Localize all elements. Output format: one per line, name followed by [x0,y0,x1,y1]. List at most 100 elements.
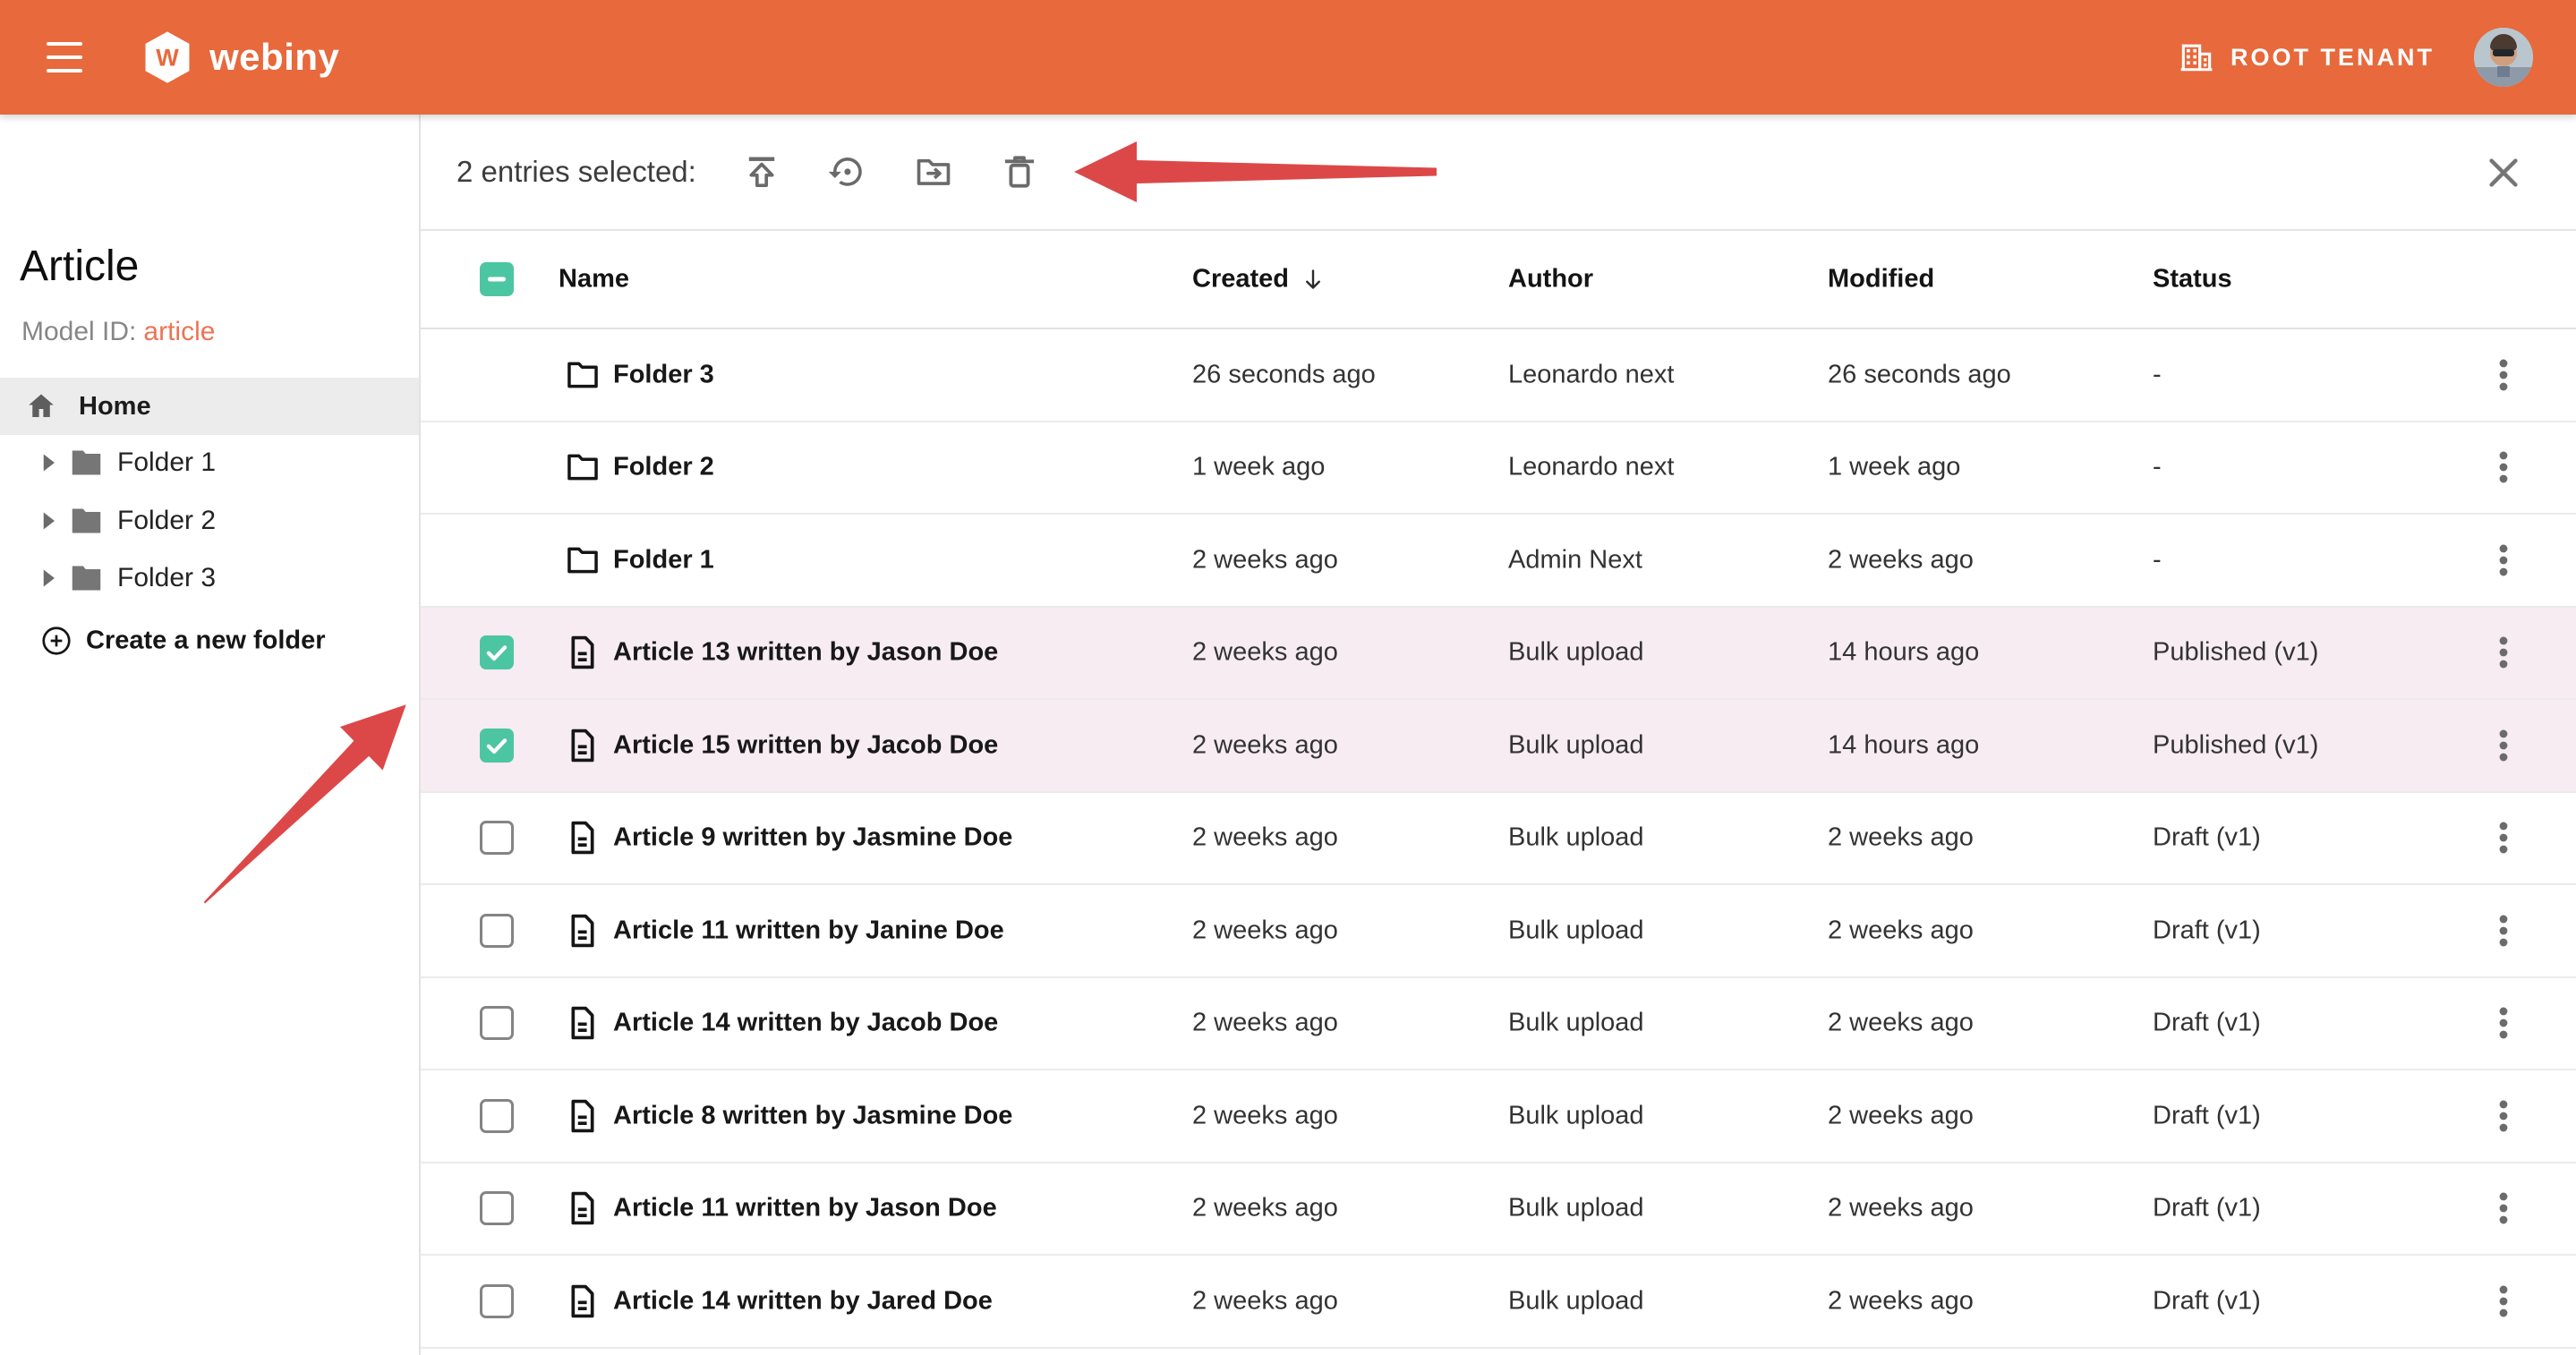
user-avatar[interactable] [2474,28,2533,87]
tenant-selector[interactable]: ROOT TENANT [2177,38,2435,77]
create-folder-label: Create a new folder [86,626,326,656]
document-icon [564,727,601,764]
caret-right-icon[interactable] [43,455,56,472]
row-checkbox[interactable] [480,1284,514,1318]
move-to-folder-icon [913,151,954,192]
webiny-logo[interactable]: W webiny [143,30,339,85]
row-name[interactable]: Article 11 written by Janine Doe [613,916,1004,945]
caret-right-icon[interactable] [43,570,56,587]
row-checkbox[interactable] [480,1006,514,1040]
bulk-actions-toolbar: 2 entries selected: [421,115,2576,231]
close-selection-button[interactable] [2483,152,2524,193]
row-checkbox[interactable] [480,1191,514,1225]
row-checkbox[interactable] [480,729,514,763]
table-row[interactable]: Article 11 written by Jason Doe 2 weeks … [421,1163,2576,1257]
move-entries-button[interactable] [913,151,954,192]
indeterminate-mark [488,277,506,282]
document-icon [564,912,601,950]
home-icon [25,390,57,422]
table-row[interactable]: Folder 2 1 week ago Leonardo next 1 week… [421,422,2576,516]
kebab-menu-icon [2483,817,2524,858]
kebab-menu-icon [2483,540,2524,581]
row-name[interactable]: Folder 2 [613,453,714,482]
menu-hamburger-icon[interactable] [47,42,82,72]
table-row[interactable]: Article 15 written by Jacob Doe 2 weeks … [421,700,2576,793]
column-header-author[interactable]: Author [1508,265,1593,294]
caret-right-icon[interactable] [43,512,56,529]
row-name[interactable]: Article 15 written by Jacob Doe [613,730,998,760]
table-header: Name Created Author Modified Status [421,231,2576,329]
sidebar-folder-item[interactable]: Folder 3 [0,550,419,608]
row-menu-button[interactable] [2483,1002,2524,1044]
building-icon [2177,38,2216,77]
row-status: - [2153,453,2162,482]
restore-entries-button[interactable] [827,151,868,192]
row-name[interactable]: Article 11 written by Jason Doe [613,1194,997,1223]
model-id-value[interactable]: article [143,317,215,346]
row-menu-button[interactable] [2483,447,2524,488]
row-checkbox[interactable] [480,1099,514,1133]
row-author: Admin Next [1508,545,1642,575]
row-status: Draft (v1) [2153,1101,2261,1130]
row-menu-button[interactable] [2483,817,2524,858]
row-name[interactable]: Article 8 written by Jasmine Doe [613,1101,1012,1130]
row-status: - [2153,360,2162,389]
row-menu-button[interactable] [2483,910,2524,951]
folder-tree: Folder 1 Folder 2 Folder 3 [0,434,419,608]
table-row[interactable]: Article 14 written by Jared Doe 2 weeks … [421,1256,2576,1349]
brand-wordmark: webiny [209,36,339,79]
select-all-checkbox[interactable] [480,262,514,296]
table-row[interactable]: Folder 1 2 weeks ago Admin Next 2 weeks … [421,515,2576,608]
row-menu-button[interactable] [2483,1188,2524,1229]
sidebar-folder-item[interactable]: Folder 1 [0,434,419,492]
row-checkbox[interactable] [480,635,514,669]
document-icon [564,1189,601,1227]
table-row[interactable]: Folder 3 26 seconds ago Leonardo next 26… [421,329,2576,422]
create-folder-button[interactable]: Create a new folder [0,612,419,669]
row-author: Bulk upload [1508,823,1644,853]
table-row[interactable]: Article 9 written by Jasmine Doe 2 weeks… [421,793,2576,886]
row-created: 2 weeks ago [1192,638,1338,668]
table-row[interactable]: Article 13 written by Jason Doe 2 weeks … [421,608,2576,701]
publish-entries-button[interactable] [741,151,782,192]
table-row[interactable]: Article 8 written by Jasmine Doe 2 weeks… [421,1070,2576,1163]
row-checkbox[interactable] [480,821,514,855]
row-created: 2 weeks ago [1192,823,1338,853]
row-author: Bulk upload [1508,1101,1644,1130]
row-name[interactable]: Article 9 written by Jasmine Doe [613,823,1012,853]
model-id-label: Model ID: [21,317,136,346]
row-menu-button[interactable] [2483,1281,2524,1322]
row-modified: 2 weeks ago [1828,545,1974,575]
page-title: Article [20,242,139,291]
row-created: 26 seconds ago [1192,360,1376,389]
row-status: Published (v1) [2153,730,2318,760]
kebab-menu-icon [2483,1002,2524,1044]
row-menu-button[interactable] [2483,725,2524,766]
column-header-created[interactable]: Created [1192,265,1326,294]
sidebar-item-home[interactable]: Home [0,378,419,435]
column-header-modified[interactable]: Modified [1828,265,1934,294]
table-row[interactable]: Article 14 written by Jacob Doe 2 weeks … [421,978,2576,1071]
column-header-status[interactable]: Status [2153,265,2232,294]
row-modified: 26 seconds ago [1828,360,2011,389]
row-menu-button[interactable] [2483,540,2524,581]
row-created: 1 week ago [1192,453,1325,482]
row-name[interactable]: Article 14 written by Jared Doe [613,1286,993,1316]
row-menu-button[interactable] [2483,632,2524,673]
row-created: 2 weeks ago [1192,1194,1338,1223]
delete-entries-button[interactable] [999,151,1040,192]
row-modified: 2 weeks ago [1828,823,1974,853]
sidebar-folder-item[interactable]: Folder 2 [0,492,419,550]
row-checkbox[interactable] [480,914,514,948]
row-created: 2 weeks ago [1192,1009,1338,1038]
row-name[interactable]: Article 13 written by Jason Doe [613,638,998,668]
row-name[interactable]: Article 14 written by Jacob Doe [613,1009,998,1038]
row-menu-button[interactable] [2483,1095,2524,1137]
row-author: Bulk upload [1508,730,1644,760]
column-header-name[interactable]: Name [559,265,629,294]
entries-panel: 2 entries selected: [421,115,2576,1355]
row-name[interactable]: Folder 1 [613,545,714,575]
row-name[interactable]: Folder 3 [613,360,714,389]
table-row[interactable]: Article 11 written by Janine Doe 2 weeks… [421,885,2576,978]
row-menu-button[interactable] [2483,354,2524,396]
